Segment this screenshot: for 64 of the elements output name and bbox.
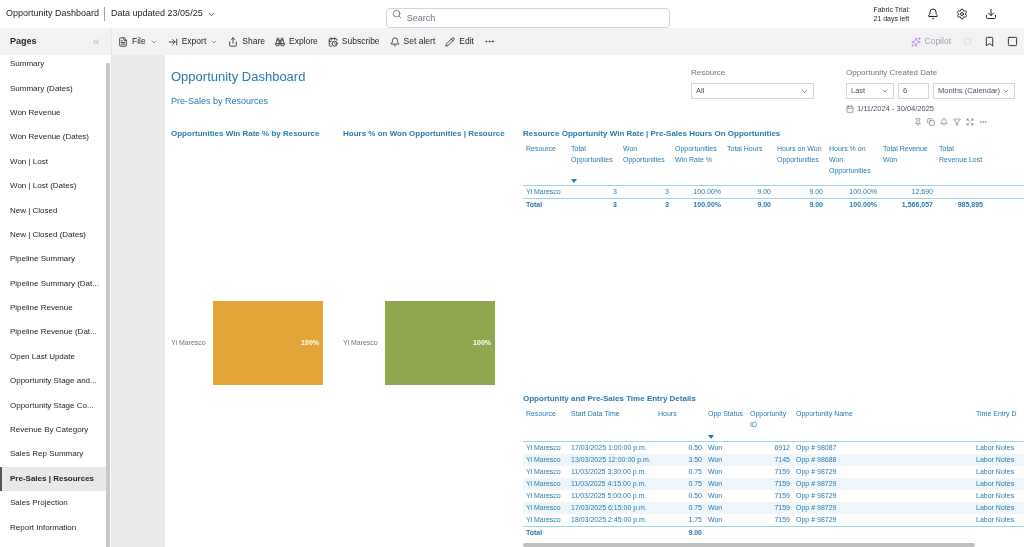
page-item[interactable]: Pipeline Revenue (0, 295, 106, 321)
share-icon (228, 36, 239, 47)
page-item[interactable]: Summary (Dates) (0, 76, 106, 101)
toolbar-button[interactable]: File (118, 35, 158, 48)
page-item[interactable]: Pipeline Summary (Dat... (0, 271, 106, 296)
settings-icon[interactable] (956, 8, 968, 20)
page-item[interactable]: Sales Rep Summary (0, 442, 106, 467)
updated-dropdown[interactable]: Data updated 23/05/25 (111, 7, 216, 21)
page-item[interactable]: Revenue By Category (0, 417, 106, 443)
toolbar-button[interactable]: Subscribe (327, 35, 380, 48)
sparkle-icon (910, 36, 921, 47)
pages-title: Pages (10, 34, 37, 48)
copy-icon[interactable] (927, 118, 935, 126)
document-icon (118, 36, 128, 47)
toolbar-button[interactable]: Set alert (389, 35, 436, 48)
page-item[interactable]: Opportunity Stage and... (0, 369, 106, 394)
binoculars-icon (274, 36, 285, 47)
page-item[interactable]: Summary (0, 52, 106, 77)
page-item[interactable]: Pre-Sales | Resources (0, 466, 106, 492)
chart-title: Opportunities Win Rate % by Resource (171, 128, 321, 140)
table-title: Resource Opportunity Win Rate | Pre-Sales Hours On Opportunities (523, 128, 782, 140)
page-item[interactable]: Won Revenue (Dates) (0, 125, 106, 150)
dashboard-subtitle: Pre-Sales by Resources (171, 94, 270, 108)
page-item[interactable]: Won | Lost (0, 149, 106, 174)
scrollbar[interactable] (106, 63, 110, 547)
page-item[interactable]: New | Closed (Dates) (0, 222, 106, 248)
dashboard-title: Opportunity Dashboard (171, 68, 307, 86)
toolbar-button[interactable]: Explore (274, 35, 318, 48)
bell-icon[interactable] (940, 118, 948, 126)
toolbar-button[interactable]: Export (167, 35, 219, 48)
report-title[interactable]: Opportunity Dashboard (6, 7, 106, 21)
view-icon[interactable] (1007, 36, 1018, 47)
calendar-icon (846, 104, 854, 113)
scrollbar[interactable] (523, 543, 975, 547)
page-item[interactable]: Opportunity Stage Co... (0, 393, 106, 418)
page-item[interactable]: Won | Lost (Dates) (0, 173, 106, 199)
slicer-label: Resource (691, 67, 727, 79)
notifications-icon[interactable] (927, 8, 939, 20)
search-field[interactable]: Search (385, 8, 670, 28)
arrow-icon (167, 36, 178, 47)
bell-icon (389, 36, 400, 47)
page-item[interactable]: Won Revenue (0, 100, 106, 126)
collapse-icon[interactable] (91, 36, 101, 47)
calendar-icon (327, 36, 338, 47)
bookmark-icon[interactable] (984, 36, 995, 47)
toolbar-button[interactable]: Share (228, 35, 265, 48)
table-title: Opportunity and Pre-Sales Time Entry Details (523, 393, 697, 405)
search-icon (391, 9, 402, 19)
page-item[interactable]: New | Closed (0, 198, 106, 223)
page-item[interactable]: Report Information (0, 515, 106, 540)
page-item[interactable]: Pipeline Revenue (Dat... (0, 320, 106, 345)
filter-icon[interactable] (953, 118, 961, 126)
pin-icon[interactable] (914, 118, 922, 126)
chart-title: Hours % on Won Opportunities | Resource (343, 128, 506, 140)
toolbar-button[interactable]: Edit (445, 35, 474, 48)
slicer-label: Opportunity Created Date (846, 67, 939, 79)
chevron-icon (881, 87, 889, 95)
page-item[interactable]: Open Last Update (0, 344, 106, 370)
chevron-icon (1002, 87, 1010, 95)
page-item[interactable]: Sales Projection (0, 491, 106, 516)
download-icon[interactable] (985, 8, 997, 20)
page-item[interactable]: Pipeline Summary (0, 247, 106, 272)
pencil-icon (445, 36, 456, 47)
expand-icon[interactable] (966, 118, 974, 126)
